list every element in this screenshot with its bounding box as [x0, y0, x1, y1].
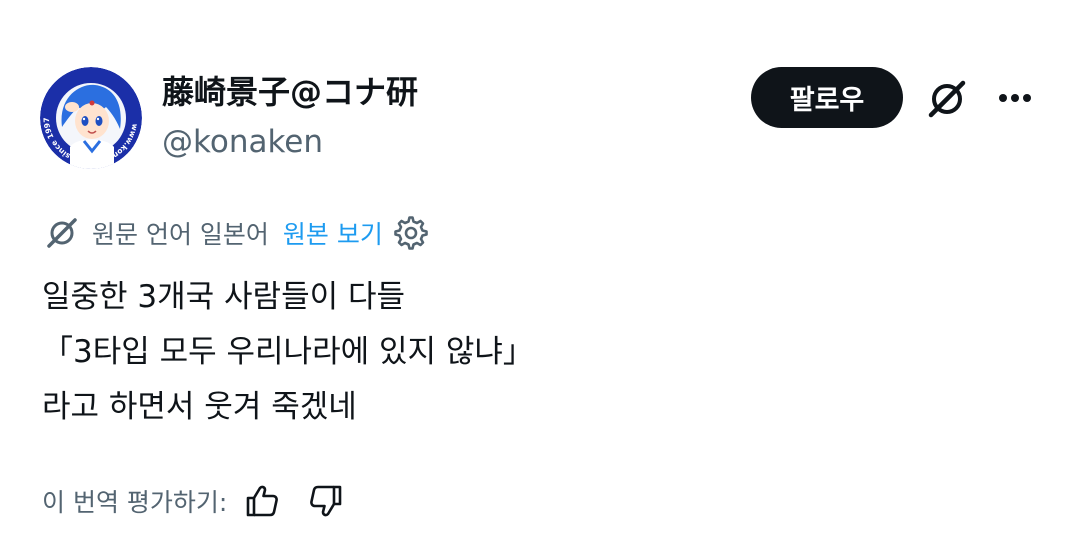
- display-name[interactable]: 藤崎景子@コナ研: [162, 72, 418, 112]
- follow-button[interactable]: 팔로우: [751, 67, 903, 128]
- show-original-link[interactable]: 원본 보기: [283, 215, 383, 251]
- source-language-label: 원문 언어 일본어: [92, 220, 269, 249]
- translation-bar: 원문 언어 일본어 원본 보기: [42, 210, 429, 256]
- grok-translate-icon: [42, 213, 82, 253]
- gear-icon: [394, 216, 428, 250]
- tweet-line: 일중한 3개국 사람들이 다들: [42, 279, 406, 315]
- more-button[interactable]: [990, 80, 1040, 116]
- thumbs-up-button[interactable]: [241, 480, 283, 522]
- tweet-line: 라고 하면서 웃겨 죽겠네: [42, 389, 357, 425]
- thumbs-down-button[interactable]: [305, 480, 347, 522]
- rate-translation-label: 이 번역 평가하기:: [42, 488, 228, 517]
- avatar[interactable]: www.konaken.com since 1997: [40, 67, 142, 169]
- avatar-image: www.konaken.com since 1997: [40, 67, 142, 169]
- translation-settings-button[interactable]: [393, 215, 429, 251]
- tweet-text: 일중한 3개국 사람들이 다들 「3타입 모두 우리나라에 있지 않냐」 라고 …: [42, 270, 534, 435]
- rate-translation-bar: 이 번역 평가하기:: [42, 478, 347, 524]
- thumbs-down-icon: [310, 485, 342, 517]
- grok-button[interactable]: [922, 74, 972, 124]
- thumbs-up-icon: [247, 485, 279, 517]
- more-icon: [999, 94, 1031, 102]
- tweet-line: 「3타입 모두 우리나라에 있지 않냐」: [42, 334, 534, 370]
- grok-icon: [928, 80, 966, 118]
- user-handle[interactable]: @konaken: [162, 122, 323, 162]
